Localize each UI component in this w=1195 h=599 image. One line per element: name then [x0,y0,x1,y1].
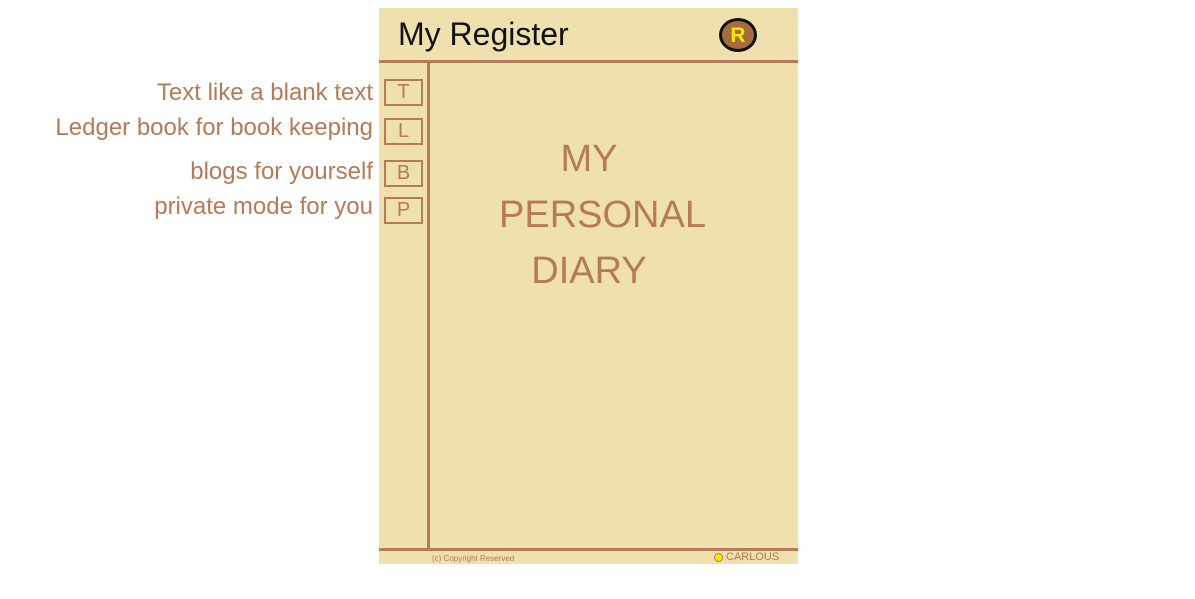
app-window: My Register R T L B P MY PERSONAL DIARY … [379,8,798,564]
screen: Text like a blank text Ledger book for b… [0,0,1195,599]
nav-private-button[interactable]: P [384,197,423,224]
brand-name: CARLOUS [726,551,780,563]
logo-letter: R [730,23,746,47]
main-title-line-1: MY [560,138,618,180]
brand: CARLOUS [714,551,779,563]
label-blogs-mode: blogs for yourself [190,158,373,185]
copyright-text: (c) Copyright Reserved [432,554,515,563]
label-ledger-mode: Ledger book for book keeping [55,114,373,141]
label-private-mode: private mode for you [154,193,373,220]
header-divider [379,60,798,63]
sidebar-divider [427,63,430,550]
main-title: MY PERSONAL DIARY [499,131,706,299]
label-text-mode: Text like a blank text [156,79,373,106]
brand-icon [714,552,723,562]
nav-text-button[interactable]: T [384,79,423,106]
app-title: My Register [398,16,569,52]
nav-blogs-button[interactable]: B [384,160,423,187]
nav-ledger-button[interactable]: L [384,118,423,145]
main-title-line-2: PERSONAL [499,194,706,236]
main-title-line-3: DIARY [531,250,647,292]
logo-badge[interactable]: R [719,18,757,52]
